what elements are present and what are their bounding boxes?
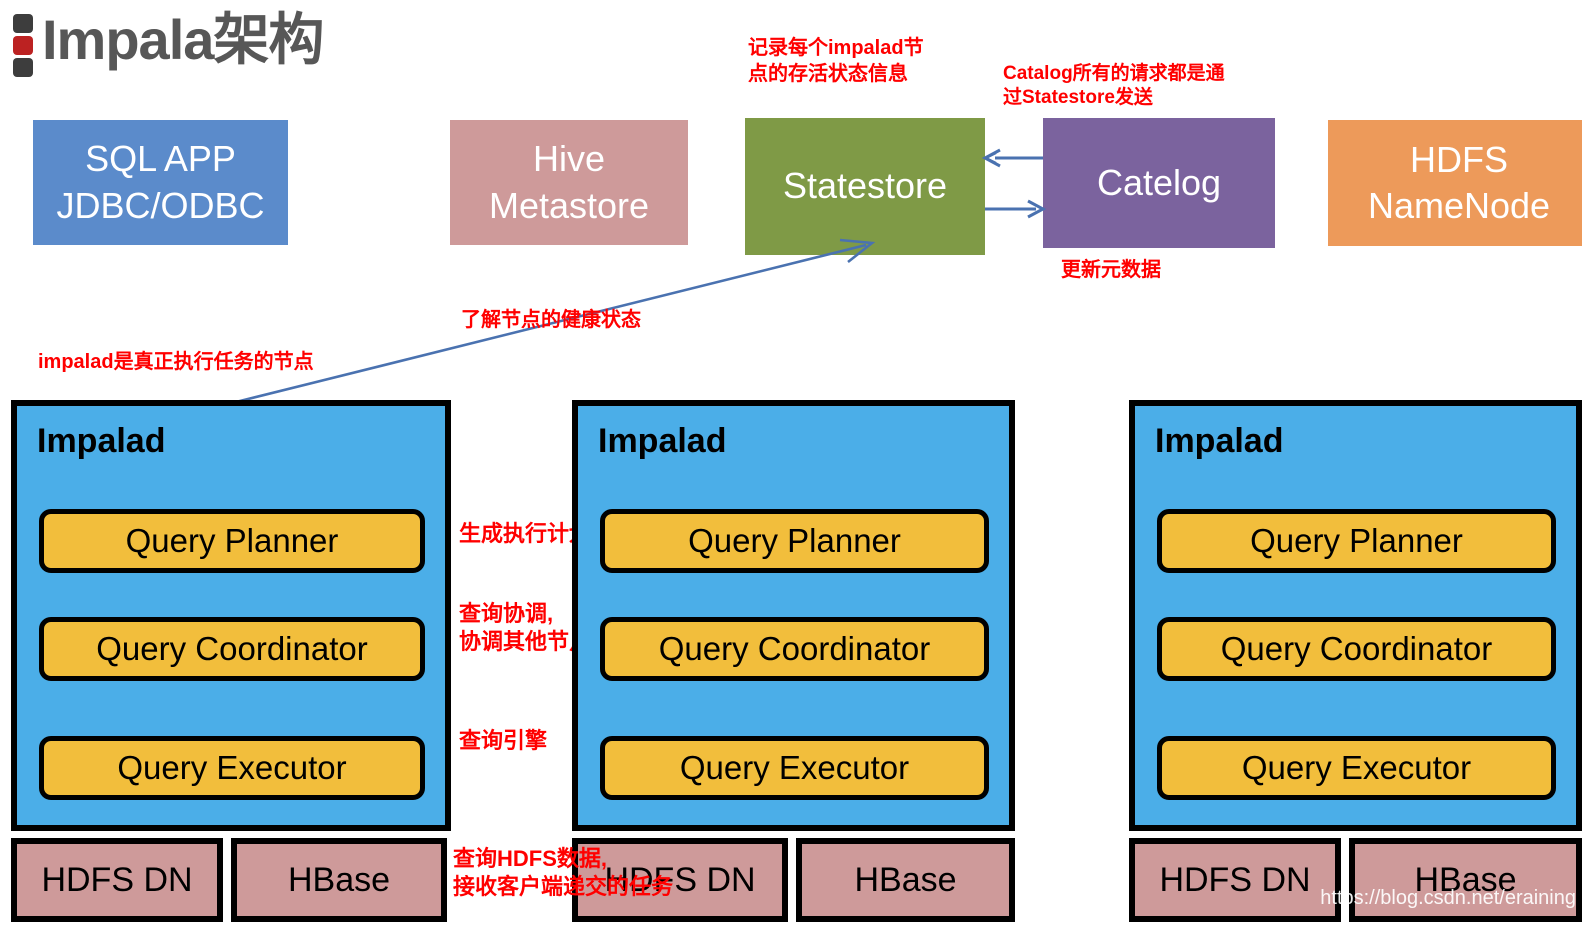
storage-hdfs-dn-3: HDFS DN (1129, 838, 1341, 922)
annotation-impalad-role: impalad是真正执行任务的节点 (38, 351, 314, 373)
query-planner-box: Query Planner (39, 509, 425, 573)
annotation-statestore: 记录每个impalad节 点的存活状态信息 (748, 37, 924, 85)
annotation-update-metadata: 更新元数据 (1061, 259, 1161, 281)
impalad-title: Impalad (37, 422, 166, 460)
watermark: https://blog.csdn.net/eraining (1320, 887, 1576, 909)
arrow-catelog-to-statestore (981, 148, 1043, 168)
impalad-title: Impalad (1155, 422, 1284, 460)
diagram-canvas: Impala架构 SQL APP JDBC/ODBC Hive Metastor… (0, 0, 1582, 934)
node-hive-metastore: Hive Metastore (450, 120, 688, 245)
node-statestore: Statestore (745, 118, 985, 255)
query-planner-box: Query Planner (600, 509, 989, 573)
impalad-title: Impalad (598, 422, 727, 460)
node-catelog: Catelog (1043, 118, 1275, 248)
query-coordinator-box: Query Coordinator (1157, 617, 1556, 681)
storage-hbase-2: HBase (796, 838, 1015, 922)
query-coordinator-box: Query Coordinator (600, 617, 989, 681)
annotation-catalog: Catalog所有的请求都是通 过Statestore发送 (1003, 63, 1225, 109)
bullet-square-top (13, 14, 33, 33)
query-executor-box: Query Executor (600, 736, 989, 800)
bullet-square-middle (13, 36, 33, 55)
annotation-node-health: 了解节点的健康状态 (461, 309, 641, 331)
annotation-query-hdfs: 查询HDFS数据, 接收客户端递交的任务 (453, 846, 674, 900)
annotation-query-engine: 查询引擎 (459, 728, 548, 753)
impalad-node-3: Impalad Query Planner Query Coordinator … (1129, 400, 1582, 831)
node-hdfs-namenode: HDFS NameNode (1328, 120, 1582, 246)
page-header: Impala架构 (0, 0, 600, 92)
node-sql-app: SQL APP JDBC/ODBC (33, 120, 288, 245)
page-title: Impala架构 (42, 8, 324, 71)
storage-hdfs-dn-1: HDFS DN (11, 838, 223, 922)
impalad-node-1: Impalad Query Planner Query Coordinator … (11, 400, 451, 831)
query-coordinator-box: Query Coordinator (39, 617, 425, 681)
storage-hbase-1: HBase (231, 838, 447, 922)
impalad-node-2: Impalad Query Planner Query Coordinator … (572, 400, 1015, 831)
query-planner-box: Query Planner (1157, 509, 1556, 573)
three-square-bullet-icon (10, 14, 36, 78)
query-executor-box: Query Executor (1157, 736, 1556, 800)
arrow-statestore-to-catelog (985, 199, 1047, 219)
query-executor-box: Query Executor (39, 736, 425, 800)
bullet-square-bottom (13, 58, 33, 77)
